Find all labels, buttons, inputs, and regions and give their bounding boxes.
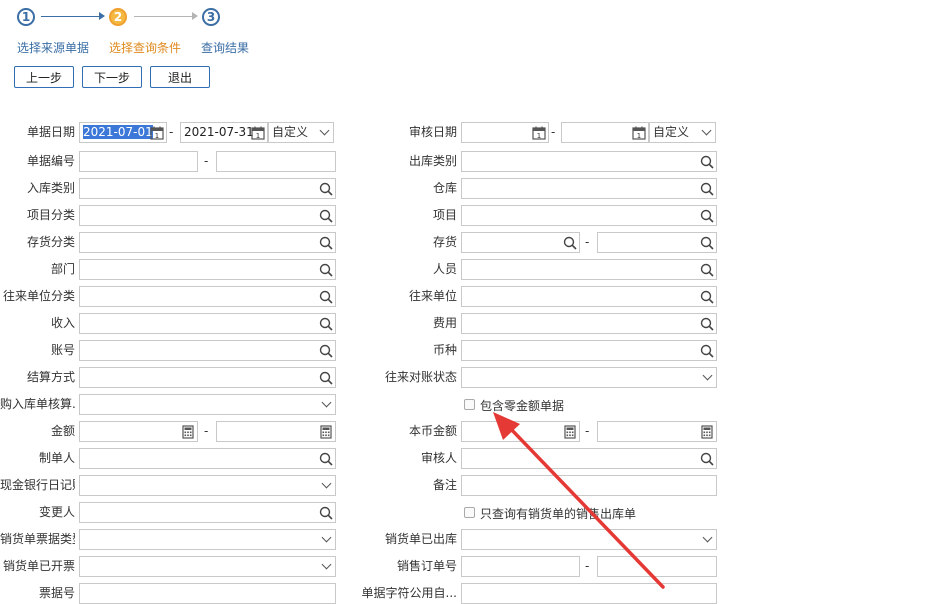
annotation-arrow [493, 412, 665, 589]
